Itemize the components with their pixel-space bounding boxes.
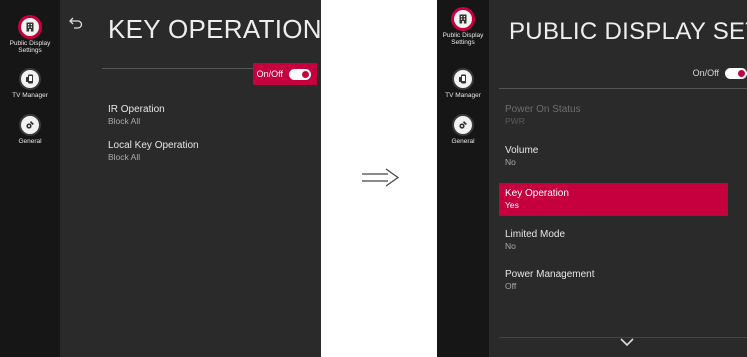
menu-item-key-operation[interactable]: Key Operation Yes xyxy=(499,183,728,216)
item-value: PWR xyxy=(505,116,525,126)
sidebar-item-tv-manager[interactable]: TV Manager xyxy=(0,68,60,99)
gear-wrench-icon xyxy=(452,114,474,136)
toggle-switch[interactable] xyxy=(289,68,311,80)
phone-icon xyxy=(19,68,41,90)
item-value: No xyxy=(505,241,516,251)
menu-item-local-key-operation[interactable]: Local Key Operation Block All xyxy=(108,140,199,163)
sidebar-item-label: Public Display Settings xyxy=(9,40,51,54)
item-value: Off xyxy=(505,281,517,291)
item-value: Yes xyxy=(505,200,519,210)
sidebar-item-label: TV Manager xyxy=(12,92,48,99)
item-title: Volume xyxy=(505,145,539,156)
back-arrow-icon[interactable] xyxy=(69,16,83,34)
toggle-label: On/Off xyxy=(256,69,283,79)
item-value: No xyxy=(505,157,516,167)
item-title: Key Operation xyxy=(505,188,569,199)
menu-item-power-on-status: Power On Status PWR xyxy=(505,104,581,127)
toggle-switch[interactable] xyxy=(725,67,747,79)
building-icon xyxy=(452,8,474,30)
item-value: Block All xyxy=(108,152,141,162)
building-icon xyxy=(19,16,41,38)
item-title: Power On Status xyxy=(505,104,581,115)
sidebar-item-label: General xyxy=(451,138,475,145)
divider xyxy=(499,88,747,89)
sidebar-item-label: TV Manager xyxy=(445,92,481,99)
page-title: PUBLIC DISPLAY SETTINGS xyxy=(509,18,747,45)
item-title: IR Operation xyxy=(108,104,165,115)
sidebar-item-label: General xyxy=(18,138,42,145)
sidebar-item-general[interactable]: General xyxy=(0,114,60,145)
key-operation-screen: Public Display Settings TV Manager Gener… xyxy=(0,0,321,357)
on-off-toggle[interactable]: On/Off xyxy=(253,63,317,85)
menu-item-power-management[interactable]: Power Management Off xyxy=(505,269,595,292)
page-title: KEY OPERATION xyxy=(108,14,321,44)
sidebar-item-label: Public Display Settings xyxy=(442,32,484,46)
gear-wrench-icon xyxy=(19,114,41,136)
on-off-toggle[interactable]: On/Off xyxy=(677,62,747,84)
sidebar-item-tv-manager[interactable]: TV Manager xyxy=(437,68,489,99)
menu-item-volume[interactable]: Volume No xyxy=(505,145,538,168)
phone-icon xyxy=(452,68,474,90)
sidebar-item-public-display-settings[interactable]: Public Display Settings xyxy=(437,8,489,46)
sidebar: Public Display Settings TV Manager Gener… xyxy=(437,0,489,357)
item-value: Block All xyxy=(108,116,141,126)
chevron-down-icon[interactable] xyxy=(620,338,634,347)
sidebar-item-public-display-settings[interactable]: Public Display Settings xyxy=(0,16,60,54)
item-title: Local Key Operation xyxy=(108,140,199,151)
sidebar: Public Display Settings TV Manager Gener… xyxy=(0,0,60,357)
sidebar-item-general[interactable]: General xyxy=(437,114,489,145)
double-arrow-icon xyxy=(362,168,400,187)
menu-item-ir-operation[interactable]: IR Operation Block All xyxy=(108,104,165,127)
menu-item-limited-mode[interactable]: Limited Mode No xyxy=(505,229,565,252)
item-title: Limited Mode xyxy=(505,229,566,240)
toggle-label: On/Off xyxy=(692,68,719,78)
public-display-settings-screen: Public Display Settings TV Manager Gener… xyxy=(437,0,747,357)
item-title: Power Management xyxy=(505,269,595,280)
